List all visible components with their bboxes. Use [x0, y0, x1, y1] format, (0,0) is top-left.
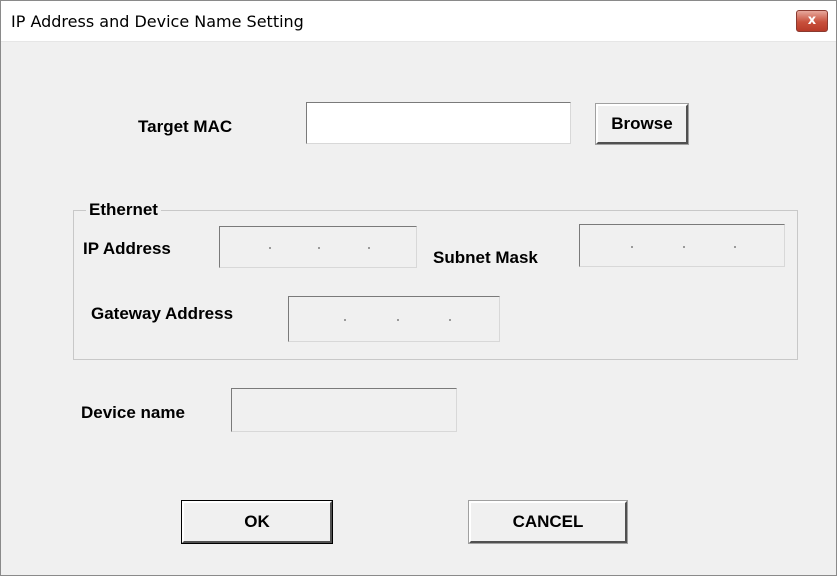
- window-title: IP Address and Device Name Setting: [11, 12, 304, 31]
- gateway-address-separator: [397, 319, 399, 321]
- gateway-address-separator: [449, 319, 451, 321]
- browse-button[interactable]: Browse: [595, 103, 689, 145]
- gateway-address-separator: [344, 319, 346, 321]
- subnet-mask-separator: [734, 245, 736, 248]
- ip-address-label: IP Address: [83, 239, 171, 258]
- ip-device-setting-dialog: IP Address and Device Name Setting x Tar…: [0, 0, 837, 576]
- target-mac-input[interactable]: [306, 102, 571, 144]
- close-icon: x: [807, 13, 817, 28]
- ok-button[interactable]: OK: [181, 500, 333, 544]
- subnet-mask-field[interactable]: [579, 224, 785, 267]
- device-name-label: Device name: [81, 403, 185, 422]
- cancel-button[interactable]: CANCEL: [468, 500, 628, 544]
- title-bar: IP Address and Device Name Setting x: [1, 1, 836, 42]
- close-button[interactable]: x: [796, 10, 828, 32]
- gateway-address-label: Gateway Address: [91, 304, 234, 323]
- ip-address-separator: [368, 247, 370, 249]
- ip-address-separator: [269, 247, 271, 249]
- subnet-mask-label: Subnet Mask: [433, 248, 538, 267]
- subnet-mask-separator: [631, 245, 633, 248]
- target-mac-label: Target MAC: [138, 117, 233, 136]
- ip-address-separator: [318, 247, 320, 249]
- ethernet-group-title: Ethernet: [86, 200, 161, 220]
- device-name-input[interactable]: [231, 388, 457, 432]
- ip-address-field[interactable]: [219, 226, 417, 268]
- gateway-address-field[interactable]: [288, 296, 500, 342]
- subnet-mask-separator: [683, 245, 685, 248]
